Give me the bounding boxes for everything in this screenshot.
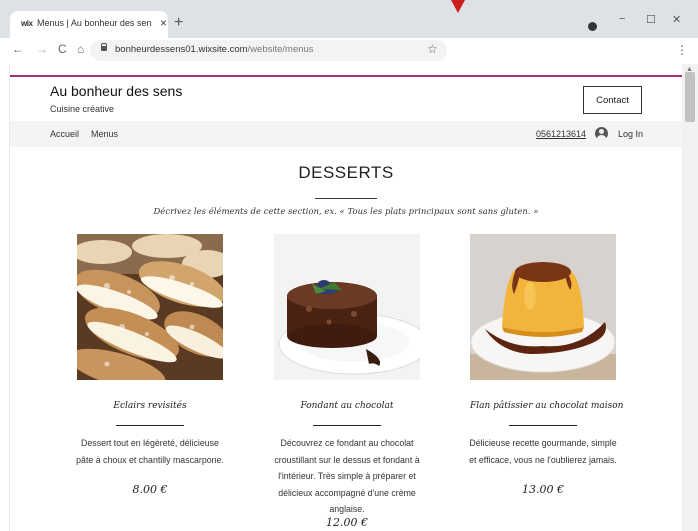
scroll-thumb[interactable] xyxy=(685,72,695,122)
nav-item-accueil[interactable]: Accueil xyxy=(50,129,79,139)
dish-description-line: Découvrez ce fondant au chocolat xyxy=(280,438,414,448)
browser-tab-bar: wix Menus | Au bonheur des sens × + − ☐ … xyxy=(0,0,698,38)
browser-toolbar: ← → C ⌂ bonheurdessens01.wixsite.com/web… xyxy=(0,38,698,64)
site-menu-bar: Accueil Menus 0561213614 Log In xyxy=(10,121,682,147)
eclairs-photo[interactable] xyxy=(77,234,223,380)
dish-description-line: délicieux accompagné d'une crème xyxy=(278,487,416,498)
dish-name: Flan pâtissier au chocolat maison xyxy=(470,401,624,411)
url-path: /website/menus xyxy=(247,44,314,55)
tab-close-icon[interactable]: × xyxy=(160,16,167,30)
section-description: Décrivez les éléments de cette section, … xyxy=(153,207,539,217)
dish-description: Délicieuse recette gourmande, simple et … xyxy=(450,435,636,468)
section-title: DESSERTS xyxy=(298,163,394,182)
bookmark-star-icon[interactable]: ☆ xyxy=(427,42,438,56)
back-icon[interactable]: ← xyxy=(12,42,24,56)
url-text: bonheurdessens01.wixsite.com/website/men… xyxy=(115,44,314,55)
dish-description-line: pâte à choux et chantilly mascarpone. xyxy=(76,454,224,465)
dish-description-line: croustillant sur le dessus et fondant à xyxy=(274,454,420,465)
dish-divider xyxy=(116,425,184,426)
title-divider xyxy=(315,198,377,199)
dish-description-line: l'intérieur. Très simple à préparer et xyxy=(278,471,416,481)
fondant-photo[interactable] xyxy=(274,234,420,380)
login-link[interactable]: Log In xyxy=(618,129,643,139)
lock-icon xyxy=(101,43,107,51)
dish-price: 13.00 € xyxy=(522,483,564,496)
dish-description: Dessert tout en légèreté, délicieuse pât… xyxy=(62,435,238,468)
accent-line xyxy=(10,75,682,77)
dish-name: Fondant au chocolat xyxy=(300,401,394,411)
dish-divider xyxy=(313,425,381,426)
page-left-edge xyxy=(0,64,10,531)
new-tab-icon[interactable]: + xyxy=(174,14,183,32)
maximize-icon[interactable]: ☐ xyxy=(646,13,656,26)
dish-description: Découvrez ce fondant au chocolat crousti… xyxy=(257,435,437,518)
reload-icon[interactable]: C xyxy=(58,42,67,56)
browser-tab[interactable]: wix Menus | Au bonheur des sens × xyxy=(10,11,168,38)
scrollbar[interactable]: ▲ xyxy=(682,64,698,531)
tab-title: Menus | Au bonheur des sens xyxy=(37,18,152,28)
home-icon[interactable]: ⌂ xyxy=(77,42,84,56)
flan-photo[interactable] xyxy=(470,234,616,380)
site-title[interactable]: Au bonheur des sens xyxy=(50,83,182,99)
dish-name: Eclairs revisités xyxy=(113,401,187,411)
dish-price: 12.00 € xyxy=(326,516,368,529)
dish-description-line: Délicieuse recette gourmande, simple xyxy=(469,438,617,448)
contact-button[interactable]: Contact xyxy=(583,86,642,114)
address-bar[interactable]: bonheurdessens01.wixsite.com/website/men… xyxy=(90,40,447,61)
wix-favicon-icon: wix xyxy=(21,19,33,28)
url-domain: bonheurdessens01.wixsite.com xyxy=(115,44,248,55)
dish-description-line: Dessert tout en légèreté, délicieuse xyxy=(81,438,219,448)
browser-menu-icon[interactable]: ⋮ xyxy=(676,43,688,57)
dish-description-line: et efficace, vous ne l'oublierez jamais. xyxy=(469,454,617,465)
profile-icon[interactable] xyxy=(588,22,597,31)
minimize-icon[interactable]: − xyxy=(619,13,625,25)
dish-price: 8.00 € xyxy=(132,483,168,496)
user-avatar-icon[interactable] xyxy=(595,127,608,140)
nav-item-menus[interactable]: Menus xyxy=(91,129,118,139)
forward-icon[interactable]: → xyxy=(36,42,48,56)
site-tagline: Cuisine créative xyxy=(50,104,115,114)
window-close-icon[interactable]: ✕ xyxy=(672,13,681,26)
phone-link[interactable]: 0561213614 xyxy=(536,129,586,139)
red-marker-indicator xyxy=(451,0,465,13)
dish-divider xyxy=(509,425,577,426)
